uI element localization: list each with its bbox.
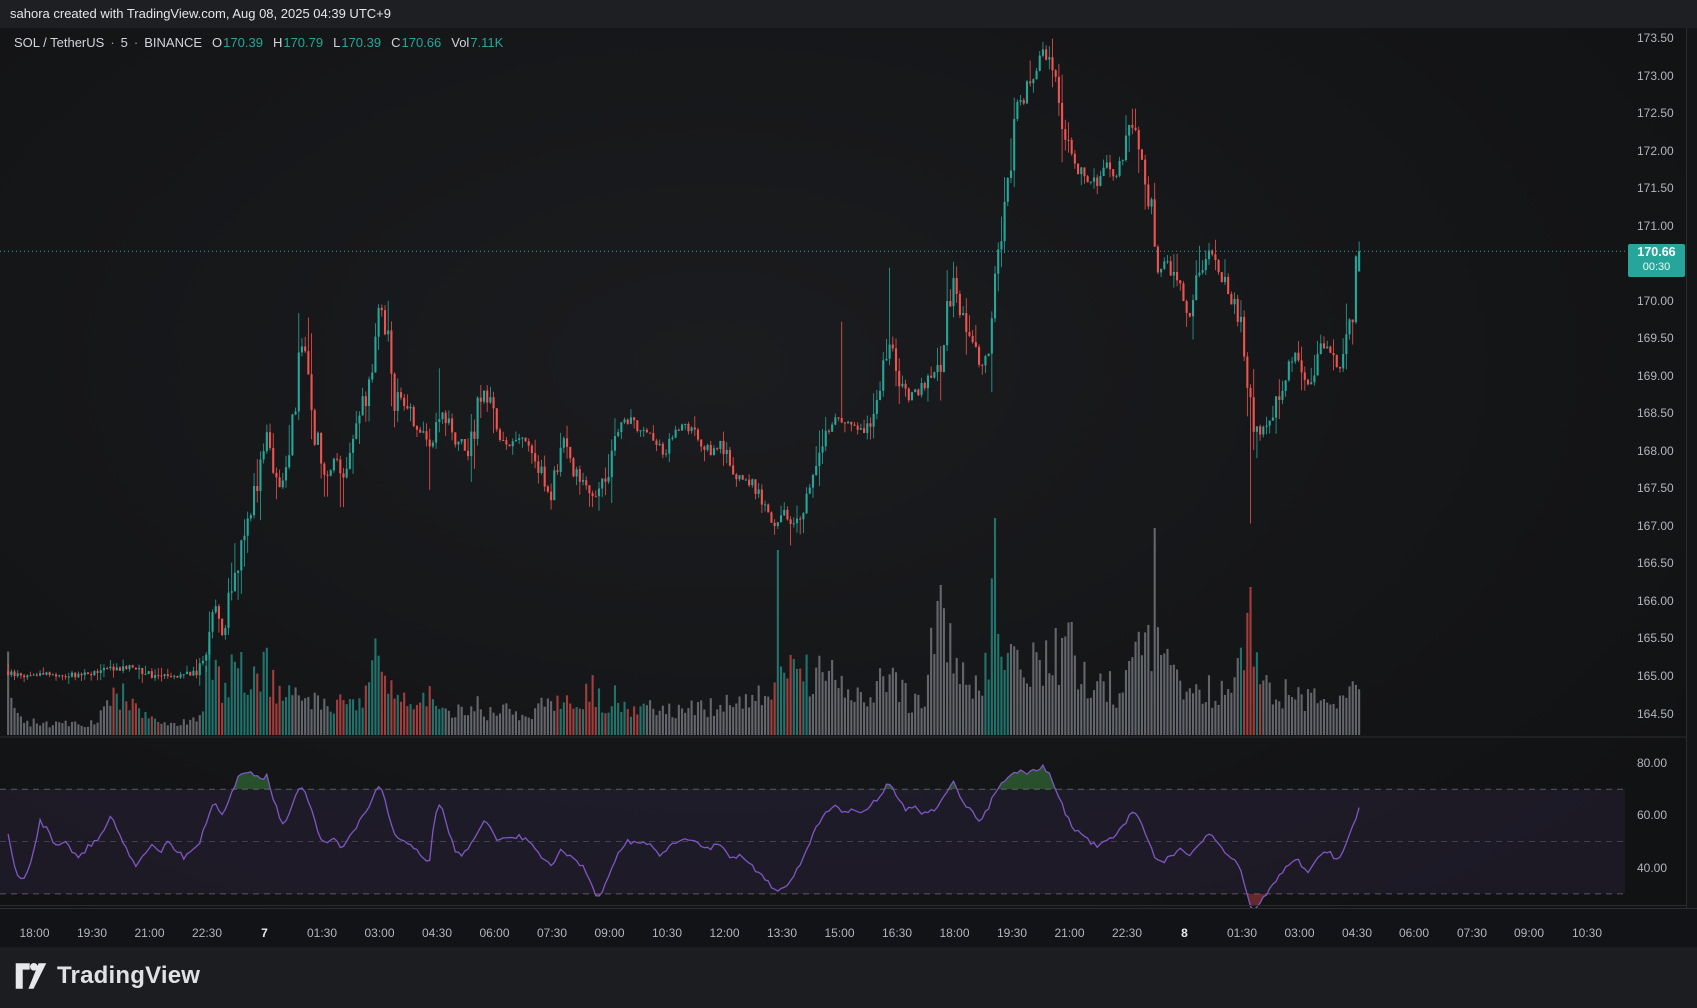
price-axis-label[interactable]: 168.00 bbox=[1637, 444, 1674, 458]
price-axis-label[interactable]: 172.50 bbox=[1637, 106, 1674, 120]
legend-separator: · bbox=[110, 34, 115, 50]
candlestick-wicks bbox=[7, 38, 1360, 686]
bar-countdown: 00:30 bbox=[1642, 261, 1671, 273]
time-axis-label[interactable]: 07:30 bbox=[537, 926, 567, 940]
time-axis-label[interactable]: 06:00 bbox=[479, 926, 509, 940]
legend-separator: · bbox=[133, 34, 139, 50]
rsi-axis-label[interactable]: 40.00 bbox=[1637, 861, 1667, 875]
time-axis-label[interactable]: 18:00 bbox=[19, 926, 49, 940]
price-axis-label[interactable]: 165.00 bbox=[1637, 669, 1674, 683]
time-axis-label[interactable]: 13:30 bbox=[767, 926, 797, 940]
open-label: O bbox=[212, 34, 223, 50]
chart-plot-area[interactable] bbox=[0, 0, 1697, 1008]
time-axis-label[interactable]: 18:00 bbox=[939, 926, 969, 940]
close-label: C bbox=[391, 34, 401, 50]
price-axis-label[interactable]: 165.50 bbox=[1637, 631, 1674, 645]
time-axis-label[interactable]: 09:00 bbox=[1514, 926, 1544, 940]
price-axis-label[interactable]: 164.50 bbox=[1637, 707, 1674, 721]
time-axis-label[interactable]: 03:00 bbox=[1284, 926, 1314, 940]
time-axis-label[interactable]: 16:30 bbox=[882, 926, 912, 940]
exchange-label[interactable]: BINANCE bbox=[144, 35, 202, 50]
price-axis-label[interactable]: 172.00 bbox=[1637, 144, 1674, 158]
price-axis-label[interactable]: 167.50 bbox=[1637, 481, 1674, 495]
tradingview-logo-text: TradingView bbox=[57, 962, 201, 989]
tradingview-chart-window: sahora created with TradingView.com, Aug… bbox=[0, 0, 1697, 1008]
time-axis-label[interactable]: 22:30 bbox=[1112, 926, 1142, 940]
time-axis-label[interactable]: 01:30 bbox=[1227, 926, 1257, 940]
price-axis-label[interactable]: 173.50 bbox=[1637, 31, 1674, 45]
last-price-badge[interactable]: 170.66 00:30 bbox=[1628, 244, 1685, 277]
time-axis-label[interactable]: 21:00 bbox=[134, 926, 164, 940]
footer-bar bbox=[0, 947, 1697, 1008]
volume-label: Vol bbox=[451, 34, 470, 50]
time-axis-label[interactable]: 8 bbox=[1181, 926, 1188, 940]
price-axis-label[interactable]: 169.00 bbox=[1637, 369, 1674, 383]
price-axis-label[interactable]: 170.00 bbox=[1637, 294, 1674, 308]
tradingview-logo-icon bbox=[15, 962, 47, 989]
time-axis-label[interactable]: 10:30 bbox=[652, 926, 682, 940]
price-axis-label[interactable]: 166.50 bbox=[1637, 556, 1674, 570]
time-axis-label[interactable]: 21:00 bbox=[1054, 926, 1084, 940]
time-axis-label[interactable]: 12:00 bbox=[709, 926, 739, 940]
low-value: 170.39 bbox=[341, 34, 382, 50]
candlestick-up-bodies bbox=[10, 49, 1361, 678]
chart-canvas[interactable] bbox=[0, 0, 1697, 1008]
time-axis-label[interactable]: 04:30 bbox=[422, 926, 452, 940]
time-axis-label[interactable]: 09:00 bbox=[594, 926, 624, 940]
time-axis-label[interactable]: 01:30 bbox=[307, 926, 337, 940]
low-label: L bbox=[333, 34, 341, 50]
time-axis-label[interactable]: 19:30 bbox=[997, 926, 1027, 940]
time-axis-label[interactable]: 07:30 bbox=[1457, 926, 1487, 940]
open-value: 170.39 bbox=[223, 34, 263, 50]
price-axis-label[interactable]: 166.00 bbox=[1637, 594, 1674, 608]
price-axis-label[interactable]: 167.00 bbox=[1637, 519, 1674, 533]
candlestick-down-bodies bbox=[7, 49, 1354, 678]
time-axis-label[interactable]: 7 bbox=[261, 926, 268, 940]
time-axis-label[interactable]: 19:30 bbox=[77, 926, 107, 940]
price-axis-label[interactable]: 173.00 bbox=[1637, 69, 1674, 83]
last-price-value: 170.66 bbox=[1637, 245, 1676, 259]
close-value: 170.66 bbox=[401, 34, 442, 50]
time-axis-label[interactable]: 10:30 bbox=[1572, 926, 1602, 940]
volume-series bbox=[7, 518, 1361, 735]
tradingview-logo[interactable]: TradingView bbox=[14, 962, 200, 990]
symbol-title[interactable]: SOL / TetherUS bbox=[14, 35, 104, 50]
price-axis-label[interactable]: 171.00 bbox=[1637, 219, 1674, 233]
rsi-axis-label[interactable]: 80.00 bbox=[1637, 756, 1667, 770]
volume-value: 7.11K bbox=[470, 34, 504, 50]
time-axis-label[interactable]: 15:00 bbox=[824, 926, 854, 940]
price-axis-label[interactable]: 171.50 bbox=[1637, 181, 1674, 195]
time-axis-label[interactable]: 22:30 bbox=[192, 926, 222, 940]
high-value: 170.79 bbox=[283, 34, 324, 50]
time-axis-label[interactable]: 04:30 bbox=[1342, 926, 1372, 940]
time-axis-label[interactable]: 03:00 bbox=[364, 926, 394, 940]
high-label: H bbox=[272, 34, 283, 50]
price-axis-label[interactable]: 169.50 bbox=[1637, 331, 1674, 345]
price-axis-label[interactable]: 168.50 bbox=[1637, 406, 1674, 420]
symbol-legend[interactable]: SOL / TetherUS · 5 · BINANCE O 170.39 H … bbox=[14, 33, 503, 51]
rsi-axis-label[interactable]: 60.00 bbox=[1637, 808, 1667, 822]
time-axis-label[interactable]: 06:00 bbox=[1399, 926, 1429, 940]
interval-label[interactable]: 5 bbox=[121, 35, 128, 50]
